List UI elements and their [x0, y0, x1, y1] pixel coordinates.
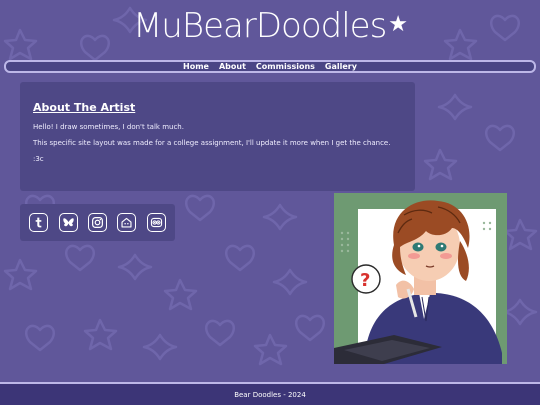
artist-portrait: ?: [334, 193, 507, 364]
tumblr-icon: [35, 217, 42, 228]
artist-portrait-illustration: ?: [334, 193, 507, 364]
bluesky-icon: [62, 218, 74, 227]
instagram-link[interactable]: [87, 213, 107, 232]
about-paragraph-layout: This specific site layout was made for a…: [33, 139, 391, 147]
about-card: About The Artist Hello! I draw sometimes…: [20, 82, 415, 191]
cohost-icon: [121, 217, 132, 228]
about-paragraph-intro: Hello! I draw sometimes, I don't talk mu…: [33, 123, 184, 131]
cohost-link[interactable]: [117, 213, 137, 232]
nav-link-gallery[interactable]: Gallery: [325, 62, 357, 71]
nav-link-commissions[interactable]: Commissions: [256, 62, 315, 71]
bluesky-link[interactable]: [58, 213, 78, 232]
about-paragraph-emoticon: :3c: [33, 155, 44, 163]
nav-link-home[interactable]: Home: [183, 62, 209, 71]
social-links: [20, 204, 175, 241]
footer-copyright: Bear Doodles - 2024: [234, 390, 306, 399]
tumblr-link[interactable]: [29, 213, 49, 232]
site-title-text: MuBearDoodles: [132, 6, 387, 46]
about-heading: About The Artist: [33, 101, 136, 114]
main-navigation: Home About Commissions Gallery: [4, 60, 536, 73]
instagram-icon: [91, 217, 103, 228]
speech-bubble-text: ?: [360, 270, 370, 291]
toyhouse-link[interactable]: [146, 213, 166, 232]
site-title: MuBearDoodles★: [0, 6, 540, 46]
site-footer: Bear Doodles - 2024: [0, 382, 540, 405]
star-icon: ★: [388, 12, 408, 37]
nav-link-about[interactable]: About: [219, 62, 246, 71]
toyhouse-icon: [150, 217, 162, 228]
